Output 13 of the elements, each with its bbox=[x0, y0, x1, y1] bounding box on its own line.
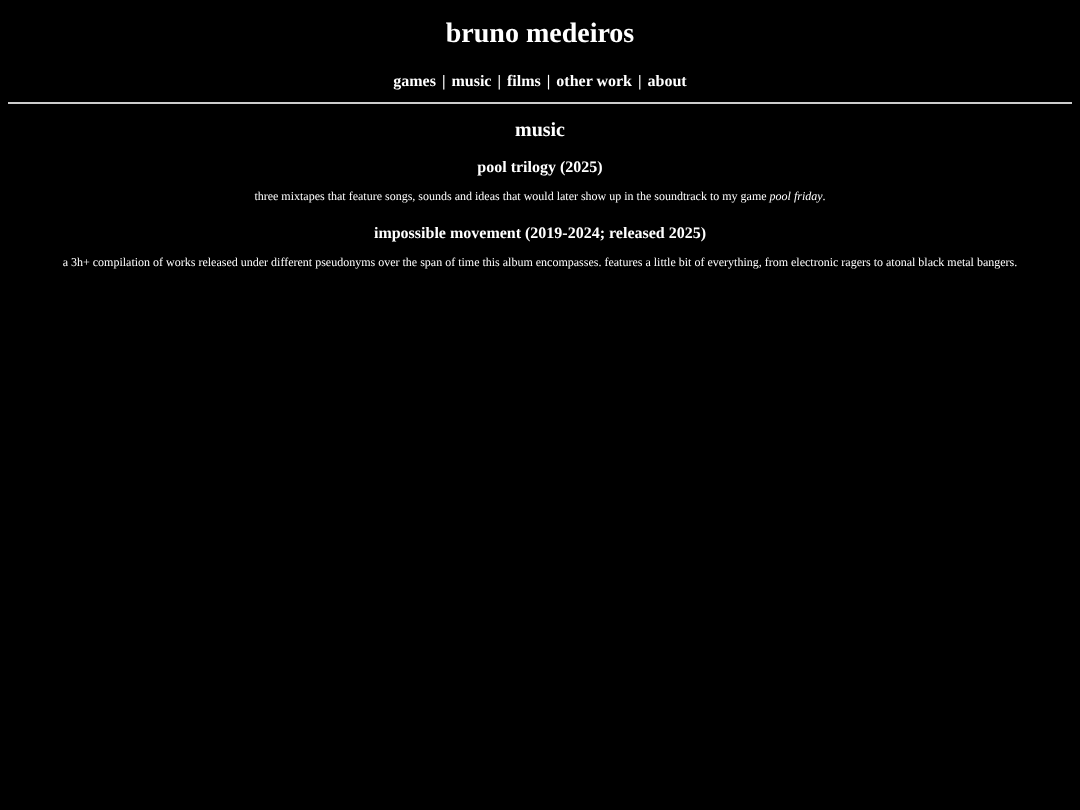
site-title: bruno medeiros bbox=[443, 20, 637, 52]
album-title: impossible movement (2019-2024; released 2025) bbox=[371, 223, 709, 241]
page-heading: music bbox=[513, 120, 567, 142]
nav-separator: | bbox=[638, 72, 642, 90]
nav-link[interactable]: films bbox=[507, 72, 541, 90]
nav-link[interactable]: music bbox=[451, 72, 492, 90]
album-title: pool trilogy (2025) bbox=[475, 158, 605, 176]
nav-separator: | bbox=[441, 72, 446, 90]
nav-separator: | bbox=[546, 72, 551, 90]
nav-link[interactable]: other work bbox=[556, 72, 633, 90]
nav-link[interactable]: games bbox=[393, 72, 436, 90]
nav-separator: | bbox=[497, 72, 501, 90]
nav-link[interactable]: about bbox=[647, 72, 687, 90]
